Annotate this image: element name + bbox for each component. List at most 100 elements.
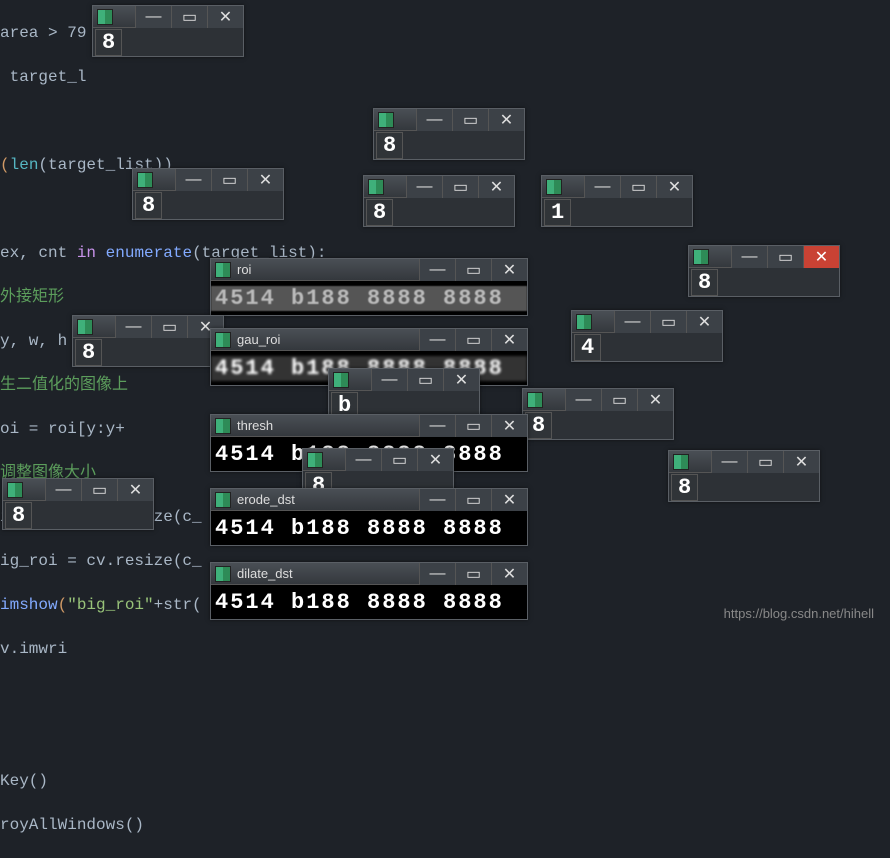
close-button[interactable]: ✕ (417, 449, 453, 471)
maximize-button[interactable]: ▭ (452, 109, 488, 131)
titlebar[interactable]: —▭✕ (523, 389, 673, 411)
minimize-button[interactable]: — (345, 449, 381, 471)
window-content: 8 (523, 411, 673, 439)
close-button[interactable]: ✕ (488, 109, 524, 131)
cv-window-w13[interactable]: —▭✕8 (668, 450, 820, 502)
maximize-button[interactable]: ▭ (455, 259, 491, 281)
titlebar[interactable]: roi—▭✕ (211, 259, 527, 281)
minimize-button[interactable]: — (419, 563, 455, 585)
window-content: 1 (542, 198, 692, 226)
cv-window-w0[interactable]: —▭✕8 (92, 5, 244, 57)
minimize-button[interactable]: — (731, 246, 767, 268)
close-button[interactable]: ✕ (803, 246, 839, 268)
maximize-button[interactable]: ▭ (455, 563, 491, 585)
window-content: 4514 b188 8888 8888 (211, 511, 527, 545)
maximize-button[interactable]: ▭ (455, 329, 491, 351)
cv-window-w5[interactable]: —▭✕8 (688, 245, 840, 297)
close-button[interactable]: ✕ (491, 329, 527, 351)
titlebar[interactable]: —▭✕ (73, 316, 223, 338)
titlebar[interactable]: thresh—▭✕ (211, 415, 527, 437)
maximize-button[interactable]: ▭ (747, 451, 783, 473)
titlebar[interactable]: —▭✕ (669, 451, 819, 473)
titlebar[interactable]: —▭✕ (572, 311, 722, 333)
minimize-button[interactable]: — (419, 259, 455, 281)
close-button[interactable]: ✕ (637, 389, 673, 411)
cv-window-w15[interactable]: —▭✕8 (2, 478, 154, 530)
opencv-app-icon (333, 372, 349, 388)
minimize-button[interactable]: — (371, 369, 407, 391)
close-button[interactable]: ✕ (443, 369, 479, 391)
maximize-button[interactable]: ▭ (767, 246, 803, 268)
cv-window-w2[interactable]: —▭✕8 (132, 168, 284, 220)
cv-window-w8[interactable]: —▭✕8 (72, 315, 224, 367)
close-button[interactable]: ✕ (656, 176, 692, 198)
minimize-button[interactable]: — (135, 6, 171, 28)
close-button[interactable]: ✕ (783, 451, 819, 473)
cv-window-w11[interactable]: —▭✕8 (522, 388, 674, 440)
digit-image: 8 (95, 29, 122, 56)
maximize-button[interactable]: ▭ (211, 169, 247, 191)
opencv-app-icon (576, 314, 592, 330)
close-button[interactable]: ✕ (491, 259, 527, 281)
close-button[interactable]: ✕ (491, 489, 527, 511)
opencv-app-icon (7, 482, 23, 498)
minimize-button[interactable]: — (614, 311, 650, 333)
close-button[interactable]: ✕ (686, 311, 722, 333)
minimize-button[interactable]: — (416, 109, 452, 131)
titlebar[interactable]: —▭✕ (364, 176, 514, 198)
minimize-button[interactable]: — (419, 489, 455, 511)
opencv-app-icon (378, 112, 394, 128)
close-button[interactable]: ✕ (491, 415, 527, 437)
maximize-button[interactable]: ▭ (650, 311, 686, 333)
cv-window-w1[interactable]: —▭✕8 (373, 108, 525, 160)
minimize-button[interactable]: — (584, 176, 620, 198)
minimize-button[interactable]: — (406, 176, 442, 198)
opencv-app-icon (97, 9, 113, 25)
close-button[interactable]: ✕ (491, 563, 527, 585)
cv-window-roi[interactable]: roi—▭✕4514 b188 8888 8888 (210, 258, 528, 316)
maximize-button[interactable]: ▭ (455, 415, 491, 437)
close-button[interactable]: ✕ (247, 169, 283, 191)
minimize-button[interactable]: — (175, 169, 211, 191)
cv-window-erode_dst[interactable]: erode_dst—▭✕4514 b188 8888 8888 (210, 488, 528, 546)
window-content: 8 (133, 191, 283, 219)
opencv-app-icon (368, 179, 384, 195)
close-button[interactable]: ✕ (117, 479, 153, 501)
maximize-button[interactable]: ▭ (407, 369, 443, 391)
minimize-button[interactable]: — (419, 415, 455, 437)
maximize-button[interactable]: ▭ (601, 389, 637, 411)
titlebar[interactable]: dilate_dst—▭✕ (211, 563, 527, 585)
cv-window-dilate_dst[interactable]: dilate_dst—▭✕ 4514 b188 8888 8888 (210, 562, 528, 620)
cv-window-w4[interactable]: —▭✕1 (541, 175, 693, 227)
titlebar[interactable]: —▭✕ (3, 479, 153, 501)
close-button[interactable]: ✕ (478, 176, 514, 198)
titlebar[interactable]: erode_dst—▭✕ (211, 489, 527, 511)
minimize-button[interactable]: — (419, 329, 455, 351)
maximize-button[interactable]: ▭ (171, 6, 207, 28)
titlebar[interactable]: —▭✕ (93, 6, 243, 28)
minimize-button[interactable]: — (711, 451, 747, 473)
card-digits-image: 4514 b188 8888 8888 (211, 590, 527, 615)
maximize-button[interactable]: ▭ (381, 449, 417, 471)
cv-window-w7[interactable]: —▭✕4 (571, 310, 723, 362)
minimize-button[interactable]: — (45, 479, 81, 501)
titlebar[interactable]: gau_roi—▭✕ (211, 329, 527, 351)
cv-window-w3[interactable]: —▭✕8 (363, 175, 515, 227)
digit-image: 8 (135, 192, 162, 219)
digit-image: 8 (366, 199, 393, 226)
titlebar[interactable]: —▭✕ (329, 369, 479, 391)
maximize-button[interactable]: ▭ (620, 176, 656, 198)
maximize-button[interactable]: ▭ (81, 479, 117, 501)
maximize-button[interactable]: ▭ (151, 316, 187, 338)
titlebar[interactable]: —▭✕ (303, 449, 453, 471)
titlebar[interactable]: —▭✕ (374, 109, 524, 131)
titlebar[interactable]: —▭✕ (542, 176, 692, 198)
maximize-button[interactable]: ▭ (442, 176, 478, 198)
minimize-button[interactable]: — (115, 316, 151, 338)
titlebar[interactable]: —▭✕ (133, 169, 283, 191)
cv-window-w10[interactable]: —▭✕b (328, 368, 480, 420)
close-button[interactable]: ✕ (207, 6, 243, 28)
minimize-button[interactable]: — (565, 389, 601, 411)
titlebar[interactable]: —▭✕ (689, 246, 839, 268)
maximize-button[interactable]: ▭ (455, 489, 491, 511)
